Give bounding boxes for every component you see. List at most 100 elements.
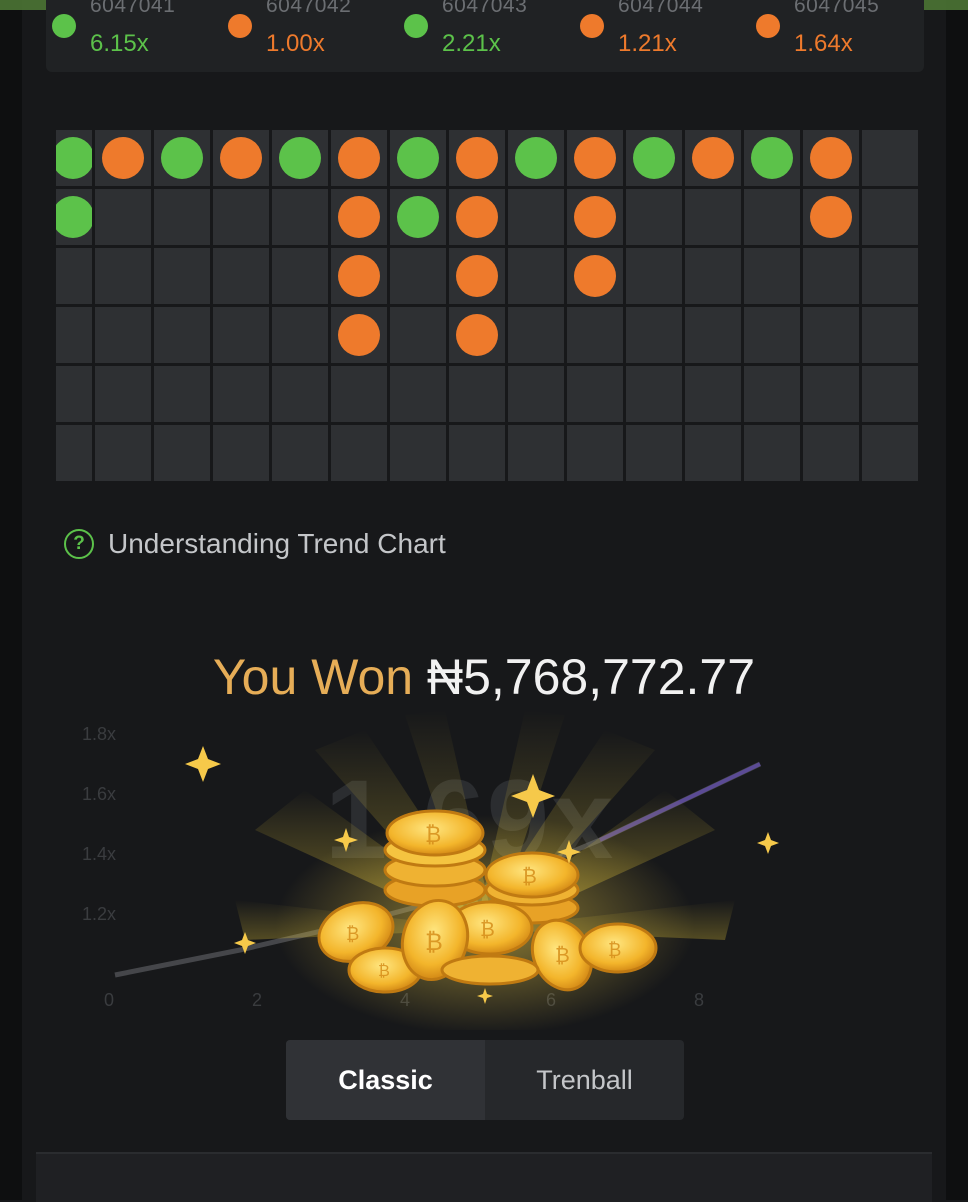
trend-cell [331,366,387,422]
history-item[interactable]: 6047041 6.15x [52,0,222,72]
understanding-trend-chart-link[interactable]: ? Understanding Trend Chart [64,524,446,564]
trend-cell [154,248,210,304]
trend-bead-green [279,137,321,179]
trend-cell [744,248,800,304]
win-banner: You Won ₦5,768,772.77 [0,648,968,706]
trend-bead-orange [338,196,380,238]
trend-bead-orange [220,137,262,179]
trend-cell [508,130,564,186]
trend-cell [213,189,269,245]
history-game-id: 6047042 [266,0,352,17]
trend-cell [390,189,446,245]
history-dot [580,14,604,38]
trend-cell [508,307,564,363]
trend-cell [154,130,210,186]
tab-classic[interactable]: Classic [286,1040,485,1120]
game-history-bar: 6047041 6.15x 6047042 1.00x 6047043 2.21… [46,0,924,72]
trend-cell [213,425,269,481]
svg-text:₿: ₿ [346,924,359,945]
trend-cell [567,366,623,422]
trend-cell [95,366,151,422]
svg-text:₿: ₿ [555,943,570,967]
trend-cell [449,366,505,422]
trend-cell [213,366,269,422]
trend-cell [154,366,210,422]
trend-bead-green [56,196,92,238]
trend-cell [449,248,505,304]
trend-cell [508,425,564,481]
trend-bead-green [751,137,793,179]
trend-cell [862,130,918,186]
trend-cell [331,130,387,186]
trend-cell [744,189,800,245]
trend-cell [862,307,918,363]
trend-cell [95,307,151,363]
trend-cell [626,189,682,245]
trend-cell [390,248,446,304]
trend-cell [56,130,92,186]
trend-cell [390,307,446,363]
trend-cell [744,307,800,363]
trend-bead-green [397,196,439,238]
history-multiplier: 2.21x [442,30,501,57]
trend-cell [626,425,682,481]
trend-bead-orange [456,137,498,179]
trend-cell [95,189,151,245]
trend-bead-orange [102,137,144,179]
history-item[interactable]: 6047042 1.00x [228,0,398,72]
trend-bead-orange [810,137,852,179]
trend-cell [744,130,800,186]
win-amount: ₦5,768,772.77 [427,649,756,705]
trend-bead-orange [810,196,852,238]
trend-cell [390,425,446,481]
trend-cell [390,366,446,422]
history-dot [756,14,780,38]
trend-cell [862,189,918,245]
trend-cell [626,130,682,186]
win-label: You Won [212,649,414,705]
history-dot [228,14,252,38]
trend-cell [567,307,623,363]
trend-cell [862,366,918,422]
trend-cell [449,425,505,481]
svg-text:₿: ₿ [608,940,621,961]
history-game-id: 6047041 [90,0,176,17]
history-item[interactable]: 6047045 1.64x [756,0,926,72]
svg-text:₿: ₿ [522,864,537,888]
trend-cell [862,248,918,304]
trend-cell [744,425,800,481]
trend-cell [272,248,328,304]
trend-cell [803,366,859,422]
trend-bead-orange [338,255,380,297]
bottom-panel [36,1152,932,1202]
trend-bead-green [161,137,203,179]
trend-cell [626,307,682,363]
tab-trenball[interactable]: Trenball [485,1040,684,1120]
history-item[interactable]: 6047044 1.21x [580,0,750,72]
svg-text:₿: ₿ [480,917,495,941]
trend-cell [803,307,859,363]
trend-cell [56,189,92,245]
svg-text:₿: ₿ [425,928,443,956]
trend-cell [154,307,210,363]
history-dot [52,14,76,38]
trend-bead-orange [456,196,498,238]
trend-cell [803,189,859,245]
trend-cell [803,130,859,186]
trend-cell [56,366,92,422]
history-item[interactable]: 6047043 2.21x [404,0,574,72]
trend-cell [390,130,446,186]
trend-bead-green [56,137,92,179]
trend-chart-grid [56,130,918,481]
svg-text:₿: ₿ [425,823,441,848]
trend-bead-orange [574,255,616,297]
game-mode-tabs: Classic Trenball [286,1040,684,1120]
trend-bead-green [633,137,675,179]
trend-cell [685,130,741,186]
trend-cell [331,189,387,245]
trend-cell [213,248,269,304]
understanding-trend-chart-label: Understanding Trend Chart [108,528,446,559]
trend-cell [567,425,623,481]
trend-cell [803,425,859,481]
trend-cell [685,425,741,481]
